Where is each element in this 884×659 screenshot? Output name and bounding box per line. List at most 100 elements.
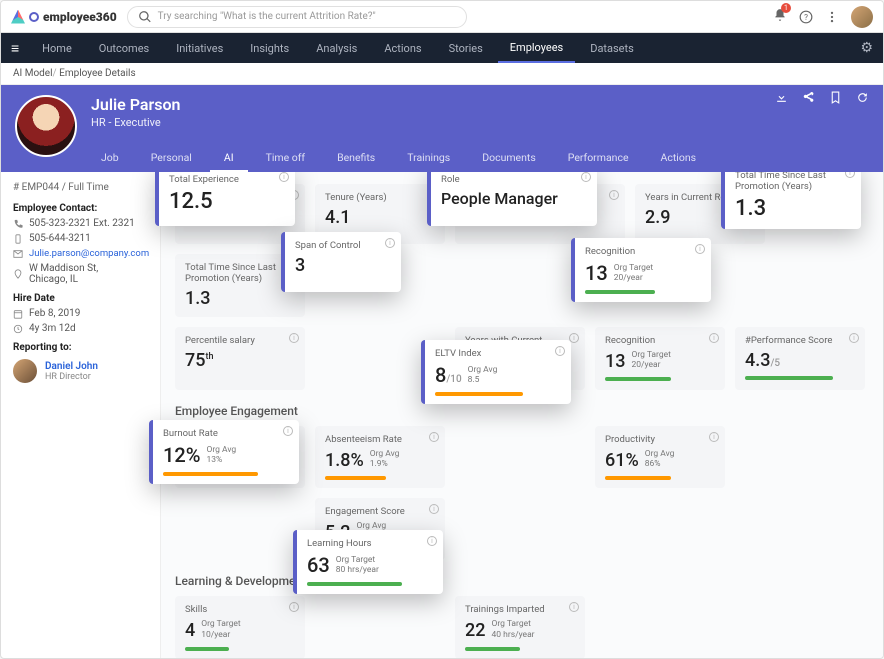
row-ld: Skillsi4Org Target10/year Trainings Impa…	[175, 596, 869, 658]
bar-indicator	[605, 476, 671, 480]
logo-mark-icon	[11, 10, 25, 24]
tab-trainings[interactable]: Trainings	[393, 145, 464, 172]
contact-phone1: 505-323-2321 Ext. 2321	[13, 218, 148, 229]
share-icon[interactable]	[802, 91, 815, 104]
crumb-root[interactable]: AI Model	[13, 68, 53, 79]
bar-indicator	[185, 647, 229, 651]
row-engagement-2: Engagement Scorei5.2Org Avg8	[175, 498, 869, 560]
tab-benefits[interactable]: Benefits	[323, 145, 389, 172]
info-icon[interactable]: i	[283, 426, 293, 436]
tab-personal[interactable]: Personal	[137, 145, 206, 172]
phone-icon	[13, 219, 23, 229]
bar-indicator	[745, 376, 833, 380]
pin-icon	[13, 269, 23, 279]
info-icon[interactable]: i	[709, 333, 719, 343]
notification-badge: 1	[781, 3, 791, 13]
tab-actions[interactable]: Actions	[647, 145, 711, 172]
search-placeholder: Try searching "What is the current Attri…	[158, 11, 376, 22]
calendar-icon	[13, 309, 23, 319]
card-recognition-pop[interactable]: Recognitioni13Org Target20/year	[571, 238, 711, 302]
info-icon[interactable]: i	[845, 172, 855, 178]
notifications-button[interactable]: 1	[773, 7, 787, 26]
content-body: # EMP044 / Full Time Employee Contact: 5…	[1, 172, 883, 658]
card-span-pop[interactable]: Span of Controli3	[281, 232, 401, 292]
hero-actions	[775, 91, 869, 104]
more-menu-icon[interactable]	[825, 10, 839, 24]
info-icon[interactable]: i	[609, 190, 619, 200]
info-icon[interactable]: i	[289, 333, 299, 343]
info-icon[interactable]: i	[289, 602, 299, 612]
manager-avatar	[13, 359, 37, 383]
hire-heading: Hire Date	[13, 293, 148, 304]
info-icon[interactable]: i	[581, 172, 591, 182]
brand-logo[interactable]: employee360	[11, 10, 117, 24]
card-eltv-pop[interactable]: ELTV Indexi8/10Org Avg8.5	[421, 340, 571, 404]
tab-documents[interactable]: Documents	[468, 145, 550, 172]
info-icon[interactable]: i	[429, 432, 439, 442]
info-icon[interactable]: i	[427, 536, 437, 546]
card-total-exp-pop[interactable]: Total Experiencei12.5	[155, 172, 295, 226]
nav-employees[interactable]: Employees	[498, 34, 575, 63]
card-role-pop[interactable]: RoleiPeople Manager	[427, 172, 597, 226]
metrics-panel: Total Experiencei12.5 Tenure (Years)i4.1…	[161, 172, 883, 658]
card-percentile[interactable]: Percentile salaryi75th	[175, 327, 305, 390]
nav-actions[interactable]: Actions	[372, 35, 433, 62]
brand-name: employee360	[43, 10, 117, 24]
card-trainings-imparted[interactable]: Trainings Impartedi22Org Target40 hrs/ye…	[455, 596, 585, 658]
info-icon[interactable]: i	[569, 602, 579, 612]
card-skills[interactable]: Skillsi4Org Target10/year	[175, 596, 305, 658]
contact-phone2: 505-644-3211	[13, 233, 148, 244]
bar-indicator	[163, 472, 258, 476]
main-nav: ≡ Home Outcomes Initiatives Insights Ana…	[1, 33, 883, 63]
bookmark-icon[interactable]	[829, 91, 842, 104]
topbar: employee360 Try searching "What is the c…	[1, 1, 883, 33]
tab-job[interactable]: Job	[87, 145, 133, 172]
bar-indicator	[307, 582, 402, 586]
nav-insights[interactable]: Insights	[238, 35, 301, 62]
bar-indicator	[325, 476, 386, 480]
info-icon[interactable]: i	[849, 333, 859, 343]
info-icon[interactable]: i	[695, 244, 705, 254]
tab-performance[interactable]: Performance	[554, 145, 643, 172]
nav-stories[interactable]: Stories	[437, 35, 495, 62]
nav-outcomes[interactable]: Outcomes	[87, 35, 161, 62]
info-icon[interactable]: i	[555, 346, 565, 356]
employee-name: Julie Parson	[91, 95, 710, 114]
menu-toggle-icon[interactable]: ≡	[11, 40, 19, 57]
reporting-person[interactable]: Daniel JohnHR Director	[13, 359, 148, 383]
nav-home[interactable]: Home	[30, 35, 84, 62]
nav-analysis[interactable]: Analysis	[304, 35, 369, 62]
bar-indicator	[605, 377, 671, 381]
bar-indicator	[435, 392, 523, 396]
hire-tenure: 4y 3m 12d	[13, 323, 148, 334]
card-absenteeism[interactable]: Absenteeism Ratei1.8%Org Avg1.9%	[315, 426, 445, 488]
card-productivity[interactable]: Productivityi61%Org Avg86%	[595, 426, 725, 488]
svg-text:?: ?	[804, 11, 808, 21]
card-perf-score[interactable]: #Performance Scorei4.3/5	[735, 327, 865, 390]
download-icon[interactable]	[775, 91, 788, 104]
nav-settings-icon[interactable]: ⚙	[860, 40, 873, 56]
bar-indicator	[465, 647, 520, 651]
refresh-icon[interactable]	[856, 91, 869, 104]
card-burnout-pop[interactable]: Burnout Ratei12%Org Avg13%	[149, 420, 299, 484]
mobile-icon	[13, 234, 23, 244]
card-last-promo-pop[interactable]: Total Time Since Last Promotion (Years)i…	[721, 172, 861, 229]
info-icon[interactable]: i	[429, 504, 439, 514]
info-icon[interactable]: i	[709, 432, 719, 442]
mail-icon	[13, 249, 23, 259]
employee-tabs: Job Personal AI Time off Benefits Traini…	[87, 145, 710, 172]
tab-timeoff[interactable]: Time off	[252, 145, 320, 172]
bar-indicator	[585, 290, 655, 294]
card-learning-hours-pop[interactable]: Learning Hoursi63Org Target80 hrs/year	[293, 530, 443, 594]
nav-initiatives[interactable]: Initiatives	[164, 35, 235, 62]
card-recognition-bg[interactable]: Recognitioni13Org Target20/year	[595, 327, 725, 390]
info-icon[interactable]: i	[385, 238, 395, 248]
global-search[interactable]: Try searching "What is the current Attri…	[127, 6, 467, 28]
info-icon[interactable]: i	[279, 172, 289, 182]
contact-email[interactable]: Julie.parson@company.com	[13, 248, 148, 259]
user-avatar[interactable]	[851, 6, 873, 28]
tab-ai[interactable]: AI	[210, 145, 248, 172]
hire-date: Feb 8, 2019	[13, 308, 148, 319]
help-icon[interactable]: ?	[799, 10, 813, 24]
nav-datasets[interactable]: Datasets	[578, 35, 646, 62]
